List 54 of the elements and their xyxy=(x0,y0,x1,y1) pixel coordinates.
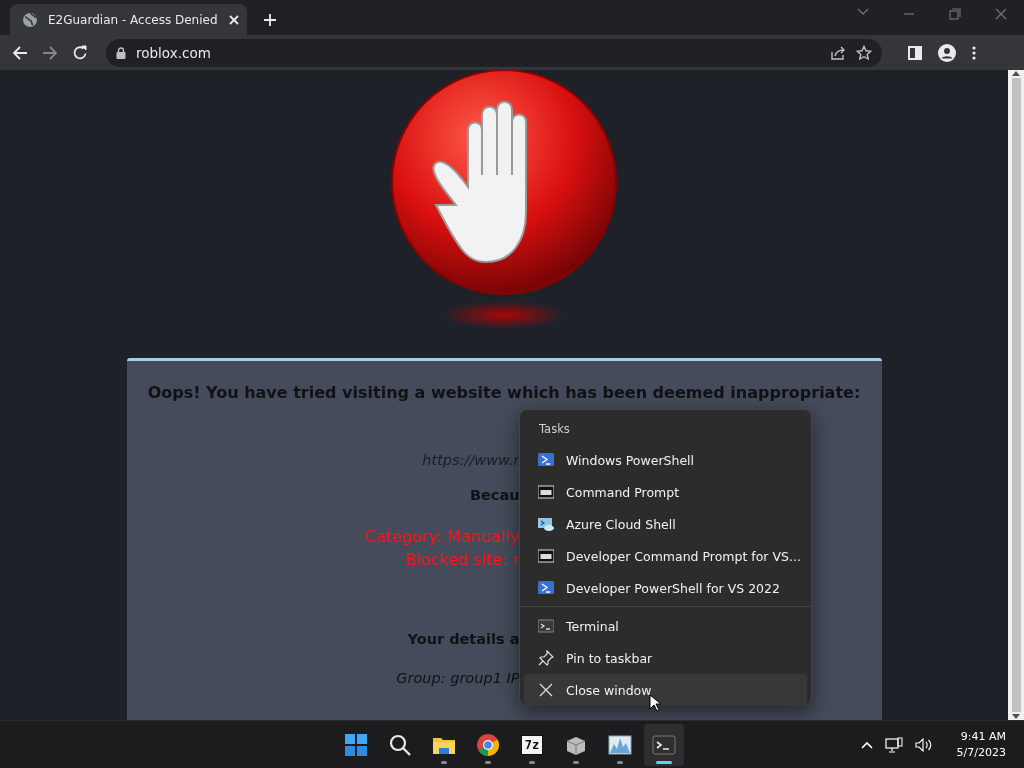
scrollbar[interactable] xyxy=(1008,70,1024,720)
star-icon[interactable] xyxy=(856,44,872,61)
tab-title: E2Guardian - Access Denied xyxy=(48,12,218,27)
chevron-up-icon[interactable] xyxy=(860,740,873,749)
mouse-cursor-icon xyxy=(649,694,661,712)
url-text: roblox.com xyxy=(136,44,212,61)
lock-icon xyxy=(116,46,126,59)
menu-item[interactable]: Developer Command Prompt for VS... xyxy=(524,540,807,572)
clock-time[interactable]: 9:41 AM xyxy=(960,728,1006,745)
cloud-shell-icon xyxy=(538,516,554,532)
windows-logo-icon xyxy=(344,732,368,757)
terminal-icon xyxy=(538,618,554,634)
restore-icon[interactable] xyxy=(949,8,961,20)
globe-icon xyxy=(22,11,38,28)
blocked-url: https://www.r xyxy=(421,452,520,468)
reload-icon[interactable] xyxy=(72,44,88,61)
label-text: Becau xyxy=(468,487,520,503)
close-icon xyxy=(538,682,554,698)
menu-item[interactable]: Close window xyxy=(524,674,807,706)
chrome-icon xyxy=(476,732,500,757)
label-text: Your details a xyxy=(406,631,520,647)
powershell-icon xyxy=(538,452,554,468)
menu-item[interactable]: Azure Cloud Shell xyxy=(524,508,807,540)
search-icon xyxy=(388,732,412,757)
console-icon xyxy=(538,548,554,564)
block-reason: Blocked site: r xyxy=(404,549,520,571)
menu-item[interactable]: Windows PowerShell xyxy=(524,444,807,476)
volume-icon[interactable] xyxy=(914,736,933,753)
pin-icon xyxy=(538,650,554,666)
network-icon[interactable] xyxy=(884,736,903,753)
profile-icon[interactable] xyxy=(938,43,956,62)
menu-item[interactable]: Pin to taskbar xyxy=(524,642,807,674)
terminal-icon xyxy=(652,732,676,757)
share-icon[interactable] xyxy=(830,44,846,61)
menu-item[interactable]: Developer PowerShell for VS 2022 xyxy=(524,572,807,604)
menu-icon[interactable] xyxy=(972,45,976,60)
clock-date[interactable]: 5/7/2023 xyxy=(956,744,1006,761)
block-reason: Category: Manually xyxy=(364,526,520,548)
menu-item[interactable]: Command Prompt xyxy=(524,476,807,508)
side-panel-icon[interactable] xyxy=(908,45,922,60)
user-details: Group: group1 IP xyxy=(395,670,520,686)
powershell-icon xyxy=(538,580,554,596)
chevron-down-icon[interactable] xyxy=(857,8,869,16)
back-arrow-icon[interactable] xyxy=(12,44,28,61)
archiver-app[interactable]: 7z xyxy=(512,723,552,766)
address-bar[interactable]: roblox.com xyxy=(106,38,882,67)
console-icon xyxy=(538,484,554,500)
taskbar-app[interactable] xyxy=(644,723,684,766)
new-tab-icon[interactable] xyxy=(263,13,277,27)
heading: Oops! You have tried visiting a website which has been deemed inappropriate: xyxy=(146,383,862,402)
menu-item[interactable]: Terminal xyxy=(524,610,807,642)
menu-header: Tasks xyxy=(538,421,571,438)
browser-tab[interactable]: E2Guardian - Access Denied xyxy=(10,4,247,35)
chart-window-icon xyxy=(608,732,632,757)
